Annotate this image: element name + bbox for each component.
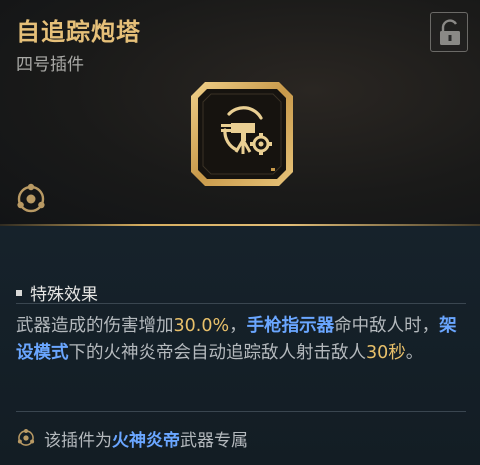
effect-heading-text: 特殊效果 (30, 285, 98, 305)
desc-segment: 命中敌人时， (334, 316, 440, 336)
desc-segment: ， (229, 316, 247, 336)
plugin-detail-card: 自追踪炮塔 四号插件 特殊效果 武器造成的伤害增加30.0%，手枪指示器命中敌人… (0, 0, 480, 465)
desc-segment: 武器造成的伤害增加 (16, 316, 174, 336)
weapon-exclusive-icon (16, 428, 36, 448)
exclusive-weapon-name: 火神炎帝 (112, 430, 180, 451)
desc-duration-value: 30秒 (366, 342, 406, 363)
footer-divider (16, 411, 466, 412)
desc-segment: 下的火神炎帝会自动追踪敌人射击敌人 (68, 342, 367, 363)
heading-divider (16, 303, 466, 304)
desc-keyword-pistol-indicator: 手枪指示器 (246, 316, 335, 336)
exclusive-prefix: 该插件为 (44, 430, 112, 451)
effect-description: 武器造成的伤害增加30.0%，手枪指示器命中敌人时，架设模式下的火神炎帝会自动追… (16, 313, 468, 366)
desc-damage-value: 30.0% (173, 316, 230, 336)
plugin-type-icon (14, 182, 48, 220)
unlock-icon (440, 19, 460, 45)
item-slot-label: 四号插件 (16, 55, 84, 75)
lock-toggle-button[interactable] (430, 12, 468, 52)
desc-segment: 。 (405, 342, 424, 363)
heading-bullet (16, 290, 22, 296)
exclusive-note: 该插件为 火神炎帝 武器专属 (16, 424, 248, 452)
item-title: 自追踪炮塔 (16, 18, 141, 46)
effect-heading: 特殊效果 (16, 280, 98, 305)
exclusive-suffix: 武器专属 (180, 430, 248, 451)
turret-plugin-icon (187, 78, 297, 190)
